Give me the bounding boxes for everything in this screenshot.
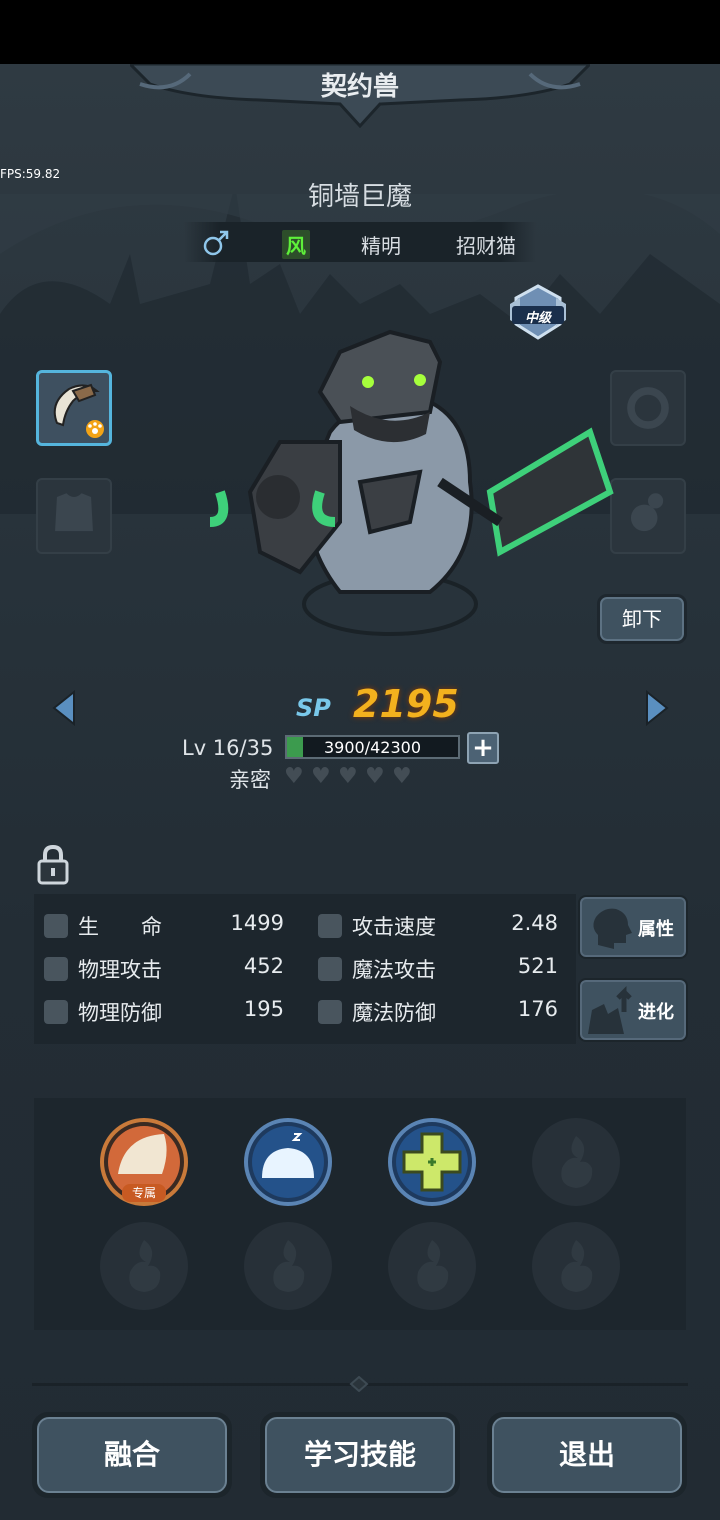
attack-speed-icon	[318, 914, 342, 938]
skill-slot-2[interactable]	[244, 1118, 332, 1206]
skills-panel: 专属	[34, 1098, 686, 1330]
skill-slot-6-empty[interactable]	[244, 1222, 332, 1310]
skill-slot-8-empty[interactable]	[532, 1222, 620, 1310]
skill-slot-5-empty[interactable]	[100, 1222, 188, 1310]
skill-slot-3[interactable]	[388, 1118, 476, 1206]
level-text: Lv 16/35	[182, 736, 274, 760]
divider-ornament-icon	[349, 1376, 369, 1392]
physical-defense-label: 物理防御	[78, 1001, 162, 1025]
xp-progress-text: 3900/42300	[323, 738, 421, 757]
evolve-arrow-icon	[588, 985, 632, 1034]
page-title: 契约兽	[320, 72, 399, 102]
intimacy-heart-icon: ♥	[365, 764, 385, 789]
physical-attack-value: 452	[243, 954, 284, 978]
fuse-button-label: 融合	[37, 1417, 227, 1493]
learn-skill-button-label: 学习技能	[265, 1417, 455, 1493]
flame-empty-icon	[129, 1240, 161, 1292]
magic-attack-value: 521	[517, 954, 558, 978]
evolve-label: 进化	[638, 1002, 674, 1023]
unequip-button[interactable]: 卸下	[597, 594, 687, 644]
prev-pet-arrow-icon[interactable]	[50, 690, 78, 726]
xp-progress-bar: 3900/42300	[285, 735, 460, 759]
intimacy-heart-icon: ♥	[311, 764, 331, 789]
attack-speed-label: 攻击速度	[352, 915, 436, 939]
physical-attack-sword-icon	[44, 957, 68, 981]
skill-slot-1[interactable]: 专属	[100, 1118, 188, 1206]
magic-attack-label: 魔法攻击	[352, 958, 436, 982]
male-symbol-icon	[203, 230, 229, 256]
intimacy-label: 亲密	[229, 768, 271, 792]
skill-slot-4-empty[interactable]	[532, 1118, 620, 1206]
troll-monster-illustration	[209, 329, 614, 636]
fuse-button[interactable]: 融合	[32, 1412, 232, 1498]
pet-element: 风	[282, 230, 310, 259]
flame-empty-icon	[273, 1240, 305, 1292]
attributes-button[interactable]: 属性	[578, 895, 688, 959]
pet-traits-bar: 风 精明 招财猫	[184, 222, 536, 262]
head-profile-icon	[593, 908, 632, 949]
armor-empty-icon	[55, 493, 93, 532]
exclusive-tag: 专属	[122, 1184, 166, 1202]
pet-name: 铜墙巨魔	[307, 182, 412, 212]
flame-empty-icon	[561, 1240, 593, 1292]
learn-skill-button[interactable]: 学习技能	[260, 1412, 460, 1498]
flame-empty-icon	[417, 1240, 449, 1292]
sleep-dome-skill-icon	[252, 1126, 324, 1198]
next-pet-arrow-icon[interactable]	[643, 690, 671, 726]
attack-speed-value: 2.48	[511, 911, 558, 935]
heal-cross-skill-icon	[396, 1126, 468, 1198]
evolve-button[interactable]: 进化	[578, 978, 688, 1042]
exit-button[interactable]: 退出	[487, 1412, 687, 1498]
magic-defense-cross-icon	[318, 1000, 342, 1024]
sp-label: SP	[296, 694, 331, 722]
intimacy-heart-icon: ♥	[284, 764, 304, 789]
intimacy-heart-icon: ♥	[338, 764, 358, 789]
equip-slot-armor[interactable]	[36, 478, 112, 554]
attributes-label: 属性	[638, 919, 674, 940]
contract-beast-screen: 契约兽 FPS:59.82 铜墙巨魔 风 精明 招财猫 中级 卸下 SP 219…	[0, 64, 720, 1520]
sp-value: 2195	[353, 682, 459, 726]
physical-defense-value: 195	[243, 997, 284, 1021]
fang-claw-icon	[53, 383, 104, 438]
lock-icon[interactable]	[36, 844, 70, 886]
pet-personality: 精明	[361, 234, 401, 258]
physical-defense-shield-icon	[44, 1000, 68, 1024]
flame-empty-icon	[561, 1136, 593, 1188]
hp-value: 1499	[230, 911, 284, 935]
add-xp-button[interactable]: +	[467, 732, 499, 764]
status-bar	[0, 0, 720, 64]
magic-defense-value: 176	[517, 997, 558, 1021]
physical-attack-label: 物理攻击	[78, 958, 162, 982]
exit-button-label: 退出	[492, 1417, 682, 1493]
intimacy-heart-icon: ♥	[392, 764, 412, 789]
stats-panel: 生 命 1499 攻击速度 2.48 物理攻击 452 魔法攻击 521 物理防…	[34, 894, 576, 1044]
hp-label: 生 命	[78, 915, 162, 939]
equip-slot-weapon[interactable]	[36, 370, 112, 446]
magic-attack-wand-icon	[318, 957, 342, 981]
skill-slot-7-empty[interactable]	[388, 1222, 476, 1310]
hp-heart-icon	[44, 914, 68, 938]
magic-defense-label: 魔法防御	[352, 1001, 436, 1025]
pet-trait[interactable]: 招财猫	[456, 230, 516, 259]
